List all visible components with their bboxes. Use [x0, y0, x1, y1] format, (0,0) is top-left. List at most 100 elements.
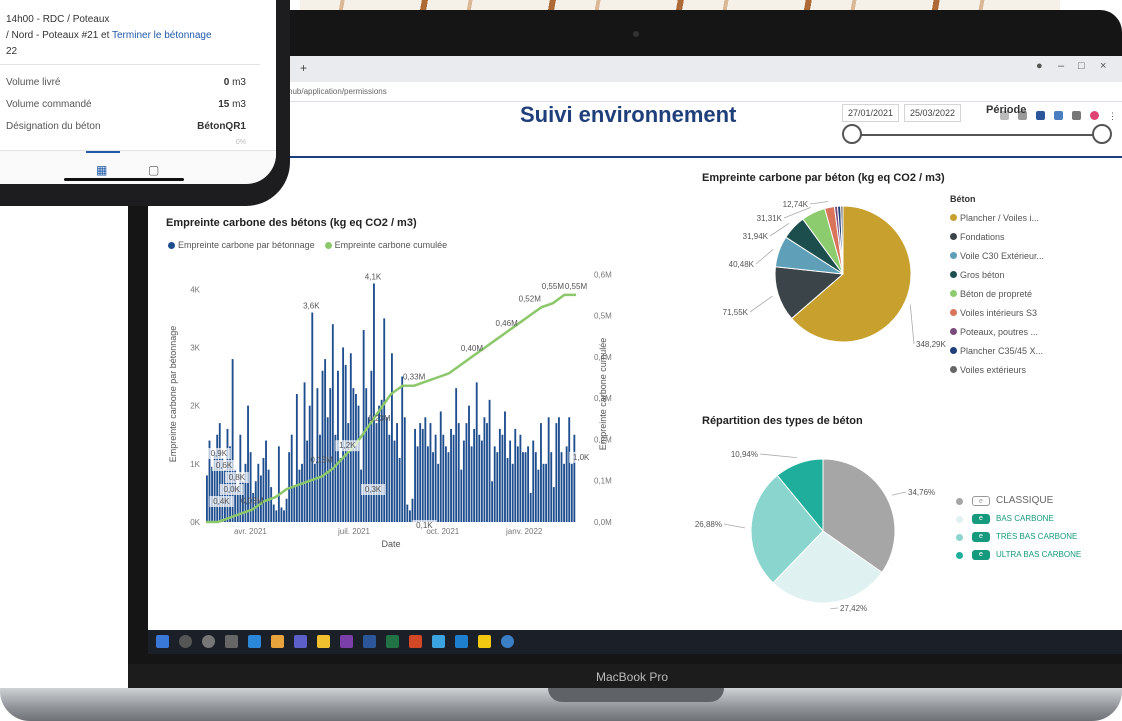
legend-item[interactable]: e ULTRA BAS CARBONE	[956, 546, 1081, 564]
phone-screen: 14h00 - RDC / Poteaux / Nord - Poteaux #…	[0, 0, 276, 184]
legend-item-bar[interactable]: Empreinte carbone par bétonnage	[168, 240, 315, 250]
menu-dots-icon[interactable]: ⋮	[1108, 111, 1117, 121]
app-icon[interactable]	[455, 635, 468, 648]
powerbi-icon[interactable]	[478, 635, 491, 648]
legend-item[interactable]: Voiles extérieurs	[950, 360, 1044, 379]
bar	[470, 446, 473, 522]
extension-icon[interactable]	[1054, 111, 1063, 120]
extension-icon[interactable]	[1036, 111, 1045, 120]
outlook-icon[interactable]	[248, 635, 261, 648]
start-icon[interactable]	[156, 635, 169, 648]
bar	[293, 487, 296, 522]
date-start-input[interactable]: 27/01/2021	[842, 104, 900, 122]
period-slider-start-handle[interactable]	[842, 124, 862, 144]
close-button[interactable]: ×	[1100, 60, 1106, 72]
bar	[349, 353, 352, 522]
avatar[interactable]	[1090, 111, 1099, 120]
bar	[486, 423, 488, 522]
profile-dot-icon[interactable]: ●	[1036, 60, 1043, 72]
maximize-button[interactable]: □	[1078, 60, 1085, 72]
explorer-icon[interactable]	[317, 635, 330, 648]
legend-item[interactable]: Gros béton	[950, 265, 1044, 284]
bar	[257, 463, 260, 522]
line-data-label: 0,33M	[403, 373, 426, 382]
bar	[414, 428, 416, 522]
bar	[375, 423, 378, 522]
line-data-label: 0,13M	[311, 455, 334, 464]
task-view-icon[interactable]	[225, 635, 238, 648]
legend-item[interactable]: e TRÈS BAS CARBONE	[956, 528, 1081, 546]
partial-value: 0%	[235, 139, 246, 146]
edge-icon[interactable]	[432, 635, 445, 648]
phone-frame: 14h00 - RDC / Poteaux / Nord - Poteaux #…	[0, 0, 290, 206]
bar	[301, 463, 303, 522]
finish-pour-link[interactable]: Terminer le bétonnage	[112, 30, 212, 41]
bar-data-label: 0,6K	[216, 461, 233, 470]
pie-data-label: 40,48K	[729, 260, 755, 269]
row-value: 0	[223, 77, 230, 88]
powerpoint-icon[interactable]	[409, 635, 422, 648]
x-axis-title: Date	[381, 539, 400, 549]
bar	[295, 394, 298, 522]
onenote-icon[interactable]	[340, 635, 353, 648]
minimize-button[interactable]: –	[1058, 60, 1064, 72]
legend-label: Poteaux, poutres ...	[960, 326, 1039, 337]
bar	[403, 417, 406, 522]
bar	[498, 428, 501, 522]
legend-item[interactable]: e BAS CARBONE	[956, 510, 1081, 528]
legend-dot-icon	[950, 309, 957, 316]
legend-item[interactable]: Plancher C35/45 X...	[950, 341, 1044, 360]
legend-item[interactable]: Plancher / Voiles i...	[950, 208, 1044, 227]
bar	[450, 428, 452, 522]
bar	[532, 440, 535, 522]
legend-title: Béton	[950, 194, 976, 204]
calendar-icon[interactable]: ▢	[148, 163, 159, 177]
bar-chart[interactable]: 0K1K2K3K4K0,0M0,1M0,2M0,3M0,4M0,5M0,6MEm…	[148, 252, 618, 552]
teams-icon[interactable]	[294, 635, 307, 648]
legend-item[interactable]: Voile C30 Extérieur...	[950, 246, 1044, 265]
period-slider-track[interactable]	[850, 134, 1110, 136]
legend-item[interactable]: Voiles intérieurs S3	[950, 303, 1044, 322]
pie-leader-line	[892, 491, 907, 496]
address-bar[interactable]: nub/application/permissions ⋮	[148, 82, 1122, 121]
legend-item[interactable]: Béton de propreté	[950, 284, 1044, 303]
date-end-input[interactable]: 25/03/2022	[904, 104, 962, 122]
bar	[357, 405, 360, 522]
cortana-icon[interactable]	[202, 635, 215, 648]
legend-item-line[interactable]: Empreinte carbone cumulée	[324, 240, 447, 250]
qr-code-icon[interactable]: ▦	[96, 163, 107, 177]
bar	[504, 411, 506, 522]
excel-icon[interactable]	[386, 635, 399, 648]
bar	[529, 492, 532, 522]
legend-item[interactable]: Poteaux, poutres ...	[950, 322, 1044, 341]
app-icon[interactable]	[501, 635, 514, 648]
legend-item[interactable]: e CLASSIQUE	[956, 492, 1081, 510]
y2-tick-label: 0,1M	[594, 477, 612, 486]
y-tick-label: 4K	[190, 285, 200, 294]
legend-label: Plancher / Voiles i...	[960, 212, 1040, 223]
search-icon[interactable]	[179, 635, 192, 648]
legend-label: ULTRA BAS CARBONE	[996, 550, 1082, 559]
legend-dot-icon	[168, 242, 175, 250]
puzzle-icon[interactable]	[1072, 111, 1081, 120]
legend-dot-icon	[956, 551, 963, 559]
pie-types-chart[interactable]: 34,76% 27,42% 26,88% 10,94%	[688, 436, 958, 626]
pie-data-label: 31,31K	[757, 214, 783, 223]
legend-item[interactable]: Fondations	[950, 227, 1044, 246]
legend-label: TRÈS BAS CARBONE	[996, 532, 1078, 541]
word-icon[interactable]	[363, 635, 376, 648]
legend-dot-icon	[950, 214, 957, 221]
url-text[interactable]: nub/application/permissions	[288, 87, 387, 96]
phone-task-item[interactable]: 14h00 - RDC / Poteaux / Nord - Poteaux #…	[6, 12, 254, 60]
bar	[211, 466, 213, 522]
period-slider-end-handle[interactable]	[1092, 124, 1112, 144]
bar	[277, 446, 280, 522]
chrome-icon[interactable]	[271, 635, 284, 648]
line-data-label: 0,52M	[519, 294, 542, 303]
concrete-type-badge-icon: e	[972, 514, 990, 524]
y-tick-label: 1K	[190, 460, 200, 469]
legend-dot-icon	[950, 366, 957, 373]
new-tab-button[interactable]: +	[300, 61, 307, 75]
row-volume-livre: Volume livré 0 m3	[6, 77, 246, 88]
pie-beton-chart[interactable]: 348,29K 71,55K 40,48K 31,94K 31,31K12,74K	[688, 186, 948, 386]
